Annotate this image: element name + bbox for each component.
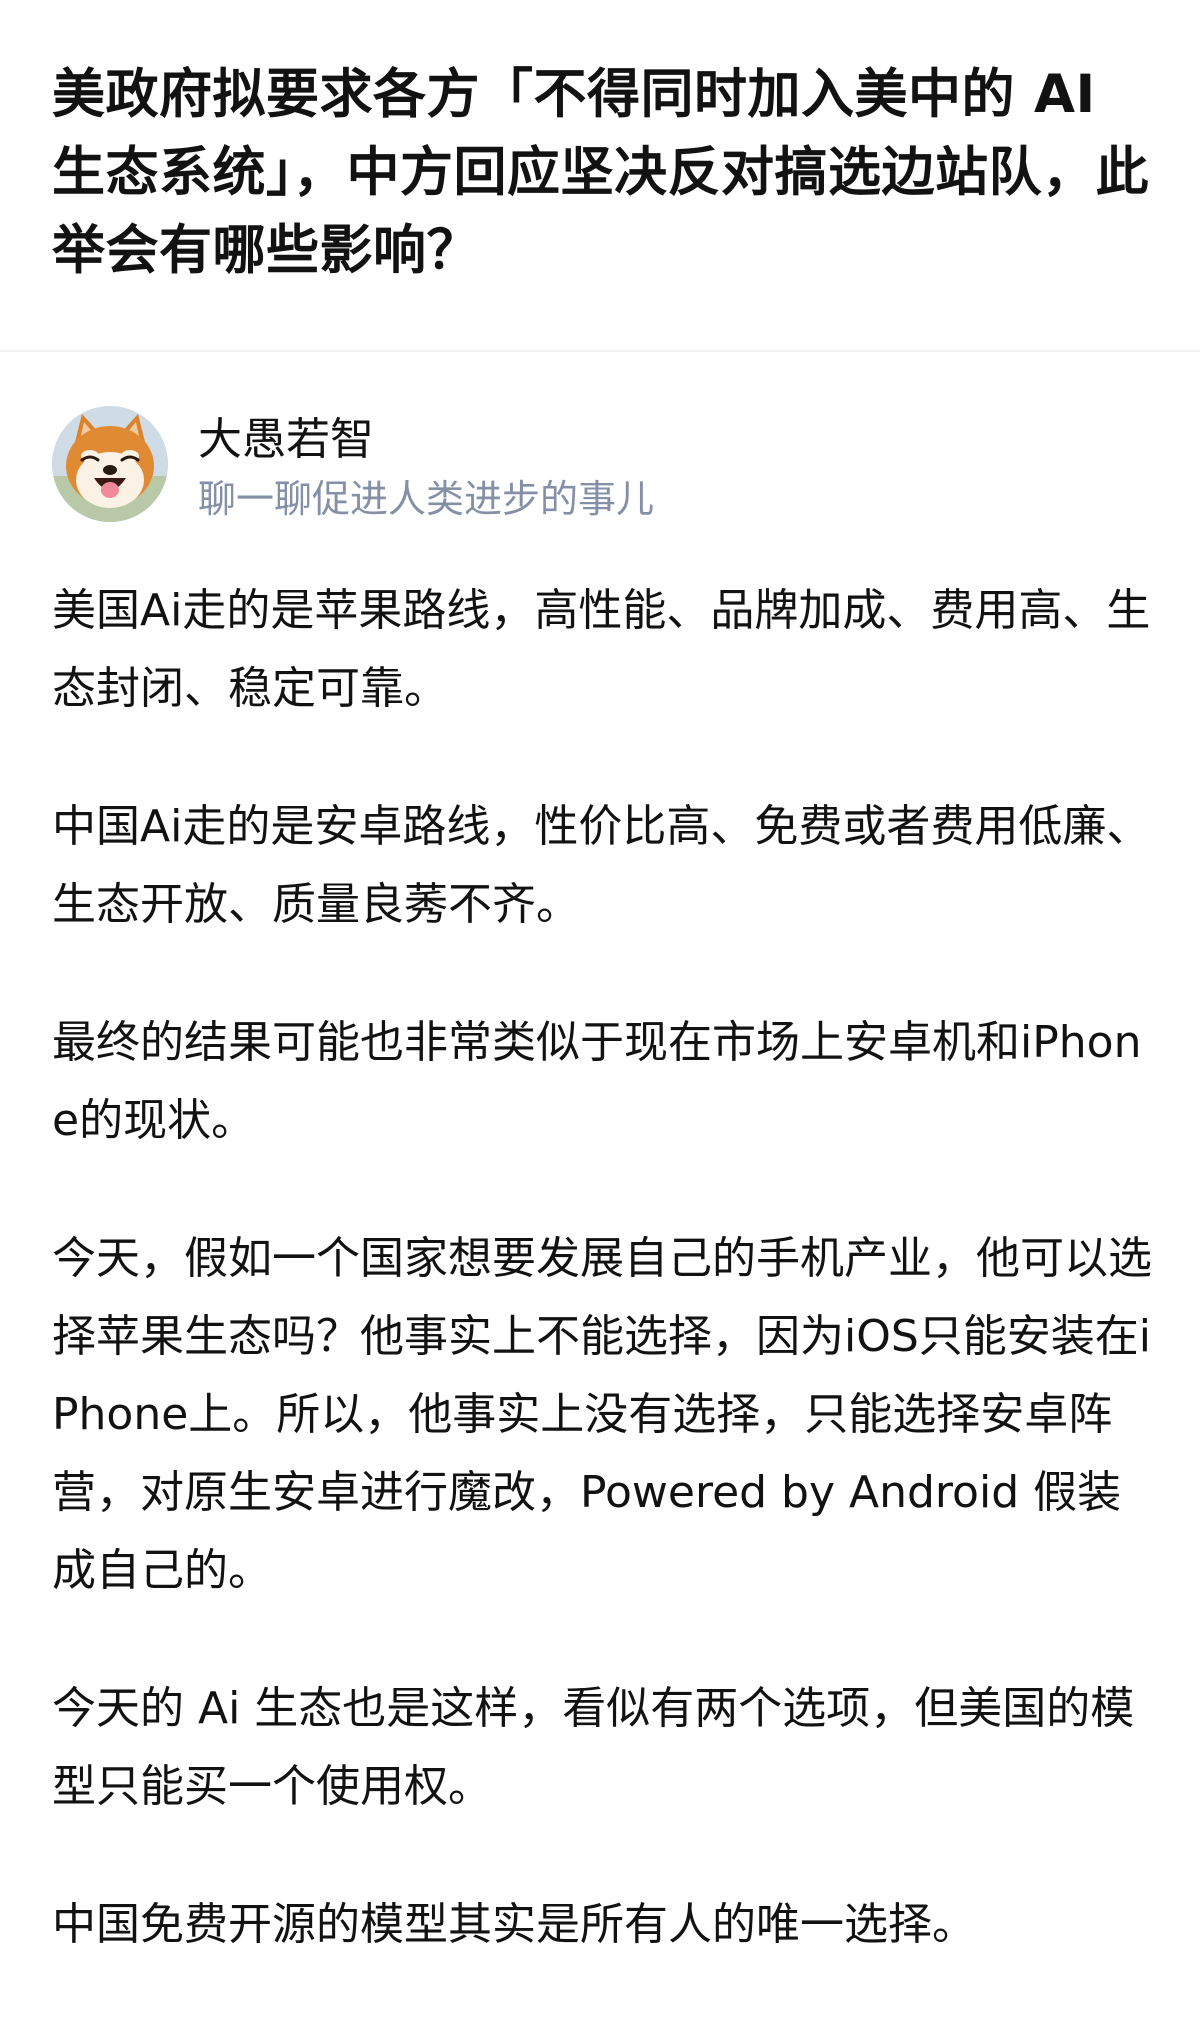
answer-paragraph: 今天的 Ai 生态也是这样，看似有两个选项，但美国的模型只能买一个使用权。: [52, 1683, 1135, 1812]
answer-content: 美国Ai走的是苹果路线，高性能、品牌加成、费用高、生态封闭、稳定可靠。 中国Ai…: [52, 572, 1152, 2024]
divider: [0, 350, 1200, 352]
shiba-inu-avatar-icon: [52, 406, 168, 522]
answer-paragraph: 最终的结果可能也非常类似于现在市场上安卓机和iPhone的现状。: [52, 1017, 1142, 1146]
question-title[interactable]: 美政府拟要求各方「不得同时加入美中的 AI 生态系统」，中方回应坚决反对搞选边站…: [52, 56, 1152, 290]
avatar[interactable]: [52, 406, 168, 522]
answer-page: 美政府拟要求各方「不得同时加入美中的 AI 生态系统」，中方回应坚决反对搞选边站…: [0, 0, 1200, 2037]
answer-paragraph: 中国Ai走的是安卓路线，性价比高、免费或者费用低廉、生态开放、质量良莠不齐。: [52, 801, 1151, 930]
author-bio: 聊一聊促进人类进步的事儿: [198, 477, 655, 521]
answer-paragraph: 中国免费开源的模型其实是所有人的唯一选择。: [52, 1899, 976, 1950]
answer-paragraph: 美国Ai走的是苹果路线，高性能、品牌加成、费用高、生态封闭、稳定可靠。: [52, 585, 1151, 714]
answer-paragraph: 今天，假如一个国家想要发展自己的手机产业，他可以选择苹果生态吗？他事实上不能选择…: [52, 1233, 1152, 1596]
author-name[interactable]: 大愚若智: [198, 410, 374, 470]
author-info[interactable]: 大愚若智 聊一聊促进人类进步的事儿: [52, 406, 1152, 526]
